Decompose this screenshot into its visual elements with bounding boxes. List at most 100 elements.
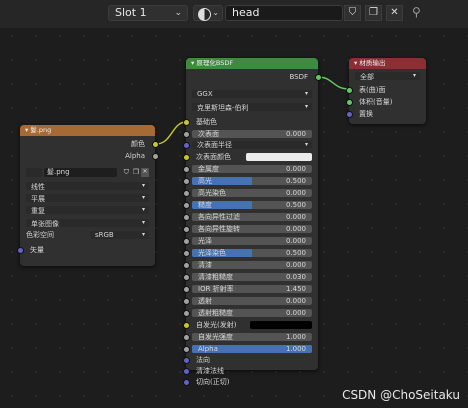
clearcoat-field[interactable]: 清漆 0.000	[192, 261, 312, 269]
roughness-field[interactable]: 糙度 0.500	[192, 201, 312, 209]
subsurface-radius-dropdown[interactable]: 次表面半径 ▾	[192, 141, 312, 149]
clearcoat-roughness-field[interactable]: 清漆粗糙度 0.030	[192, 273, 312, 281]
link-color-to-basecolor	[155, 121, 187, 145]
anisotropic-rotation-field[interactable]: 各向异性旋转 0.000	[192, 225, 312, 233]
chevron-down-icon: ▾	[304, 141, 308, 148]
subsurface-color-row: 次表面颜色	[182, 153, 318, 161]
alpha-socket[interactable]	[182, 346, 190, 353]
alpha-value: 1.000	[285, 345, 306, 353]
colorspace-dropdown[interactable]: sRGB ▾	[90, 231, 149, 239]
ior-field[interactable]: IOR 折射率 1.450	[192, 285, 312, 293]
subsurface-label: 次表面	[198, 130, 219, 138]
output-node-title: 材质输出	[359, 59, 386, 67]
subsurface-color-socket[interactable]	[182, 154, 190, 161]
clearcoat-normal-row: 清漆法线	[182, 367, 318, 375]
sheen-tint-field[interactable]: 光泽染色 0.500	[192, 249, 312, 257]
normal-socket[interactable]	[182, 357, 190, 364]
specular-field[interactable]: 高光 0.500	[192, 177, 312, 185]
tangent-socket[interactable]	[182, 379, 190, 386]
displacement-socket[interactable]	[345, 111, 353, 118]
close-icon[interactable]: ✕	[141, 168, 149, 177]
base-color-socket[interactable]	[182, 119, 190, 126]
emission-strength-field[interactable]: 自发光强度 1.000	[192, 333, 312, 341]
transmission-roughness-field[interactable]: 透射粗糙度 0.000	[192, 309, 312, 317]
material-output-node[interactable]: ▾ 材质输出 全部 ▾ 表(曲)面 体积(音量) 置换	[345, 58, 426, 124]
image-name: 髮.png	[47, 168, 70, 176]
source-dropdown[interactable]: 单张图像 ▾	[26, 219, 149, 228]
specular-tint-socket[interactable]	[182, 190, 190, 197]
ior-socket[interactable]	[182, 286, 190, 293]
metallic-socket[interactable]	[182, 166, 190, 173]
image-selector-row: 髮.png ⛉ ❐ ✕	[20, 168, 155, 178]
transmission-value: 0.000	[285, 297, 306, 305]
ior-value: 1.450	[285, 285, 306, 293]
surface-row: 表(曲)面	[345, 86, 426, 94]
surface-socket[interactable]	[345, 87, 353, 94]
colorspace-row: 色彩空间 sRGB ▾	[20, 231, 155, 239]
emission-strength-value: 1.000	[285, 333, 306, 341]
roughness-row: 糙度 0.500	[182, 201, 318, 209]
image-browse-icon[interactable]	[26, 168, 42, 177]
specular-socket[interactable]	[182, 178, 190, 185]
shield-icon[interactable]: ⛉	[124, 168, 129, 176]
subsurface-radius-socket[interactable]	[182, 142, 190, 149]
emission-socket[interactable]	[182, 322, 190, 329]
clearcoat-normal-socket[interactable]	[182, 368, 190, 375]
transmission-roughness-row: 透射粗糙度 0.000	[182, 309, 318, 317]
output-alpha-socket[interactable]	[151, 153, 159, 160]
metallic-label: 金属度	[198, 165, 219, 173]
transmission-field[interactable]: 透射 0.000	[192, 297, 312, 305]
image-node-header[interactable]: ▾ 髮.png	[20, 125, 155, 136]
emission-label: 自发光(发射)	[196, 321, 237, 329]
clearcoat-normal-label: 清漆法线	[196, 367, 224, 375]
sheen-tint-socket[interactable]	[182, 250, 190, 257]
anisotropic-rotation-socket[interactable]	[182, 226, 190, 233]
output-bsdf-socket[interactable]	[314, 74, 322, 81]
subsurface-color-swatch[interactable]	[246, 153, 312, 161]
chevron-down-icon: ▾	[141, 182, 145, 189]
sheen-socket[interactable]	[182, 238, 190, 245]
principled-bsdf-node[interactable]: ▾ 原理化BSDF BSDF GGX ▾ 克里斯坦森-伯利 ▾ 基础色 次表面 0.0…	[182, 58, 322, 386]
duplicate-icon[interactable]: ❐	[133, 168, 139, 176]
sheen-field[interactable]: 光泽 0.000	[192, 237, 312, 245]
clearcoat-label: 清漆	[198, 261, 212, 269]
anisotropic-field[interactable]: 各向异性过滤 0.000	[192, 213, 312, 221]
subsurface-field[interactable]: 次表面 0.000	[192, 130, 312, 138]
specular-tint-field[interactable]: 高光染色 0.000	[192, 189, 312, 197]
image-node-title: 髮.png	[30, 126, 52, 134]
image-name-field[interactable]: 髮.png	[44, 168, 117, 177]
emission-color-swatch[interactable]	[250, 321, 312, 329]
volume-socket[interactable]	[345, 99, 353, 106]
image-texture-node[interactable]: ▾ 髮.png 颜色 Alpha 髮.png ⛉ ❐ ✕ 线性 ▾ 平展 ▾ 重复 ▾…	[16, 125, 159, 266]
specular-tint-row: 高光染色 0.000	[182, 189, 318, 197]
source-value: 单张图像	[31, 220, 59, 228]
alpha-field[interactable]: Alpha 1.000	[192, 345, 312, 353]
extension-dropdown[interactable]: 重复 ▾	[26, 206, 149, 215]
target-dropdown[interactable]: 全部 ▾	[355, 72, 420, 81]
clearcoat-socket[interactable]	[182, 262, 190, 269]
transmission-socket[interactable]	[182, 298, 190, 305]
normal-label: 法向	[196, 356, 210, 364]
roughness-socket[interactable]	[182, 202, 190, 209]
chevron-down-icon: ▾	[141, 206, 145, 213]
subsurface-method-dropdown[interactable]: 克里斯坦森-伯利 ▾	[192, 103, 312, 112]
bsdf-node-header[interactable]: ▾ 原理化BSDF	[186, 58, 318, 69]
projection-dropdown[interactable]: 平展 ▾	[26, 194, 149, 203]
output-color-socket[interactable]	[151, 141, 159, 148]
distribution-dropdown[interactable]: GGX ▾	[192, 90, 312, 98]
emission-strength-socket[interactable]	[182, 334, 190, 341]
tangent-row: 切向(正切)	[182, 378, 318, 386]
interpolation-dropdown[interactable]: 线性 ▾	[26, 182, 149, 191]
emission-strength-label: 自发光强度	[198, 333, 233, 341]
clearcoat-roughness-socket[interactable]	[182, 274, 190, 281]
metallic-row: 金属度 0.000	[182, 165, 318, 173]
metallic-field[interactable]: 金属度 0.000	[192, 165, 312, 173]
base-color-row: 基础色	[182, 118, 318, 126]
surface-label: 表(曲)面	[359, 86, 386, 94]
subsurface-radius-label: 次表面半径	[197, 141, 232, 149]
output-node-header[interactable]: ▾ 材质输出	[349, 58, 426, 69]
anisotropic-socket[interactable]	[182, 214, 190, 221]
vector-input-socket[interactable]	[16, 247, 24, 254]
transmission-roughness-socket[interactable]	[182, 310, 190, 317]
subsurface-socket[interactable]	[182, 131, 190, 138]
